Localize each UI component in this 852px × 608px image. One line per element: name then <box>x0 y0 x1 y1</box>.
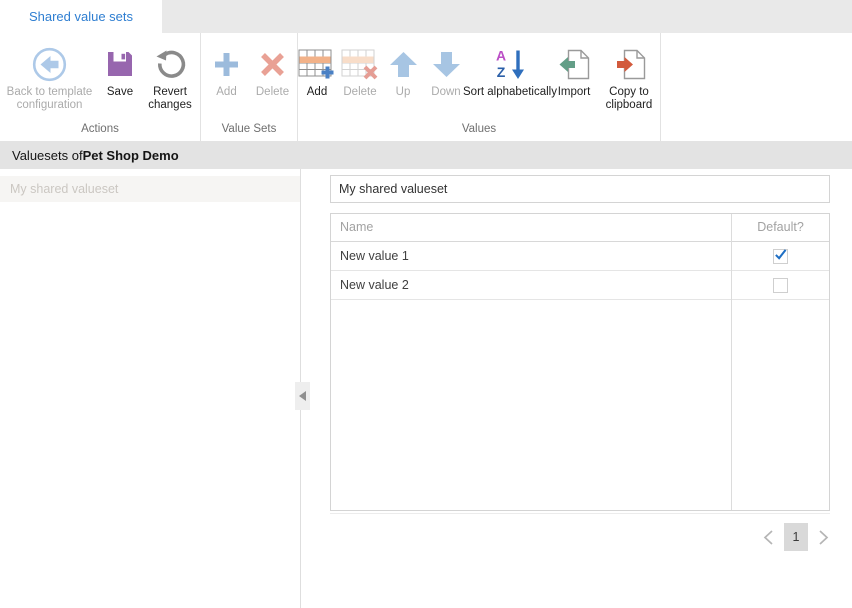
button-label: Sort alphabetically <box>463 86 557 99</box>
prev-page-button[interactable] <box>762 529 775 546</box>
next-page-button[interactable] <box>817 529 830 546</box>
table-add-icon <box>298 44 336 84</box>
table-delete-icon <box>341 44 379 84</box>
column-separator <box>731 214 732 510</box>
valueset-detail-panel: Name Default? New value 1 New value 2 <box>330 175 830 551</box>
default-checkbox[interactable] <box>773 249 788 264</box>
button-label: Delete <box>343 86 376 99</box>
button-label: Copy to clipboard <box>590 86 668 112</box>
content-area: My shared valueset Name Default? New val… <box>0 169 852 608</box>
valueset-list-item[interactable]: My shared valueset <box>0 176 300 202</box>
table-bottom-shadow <box>330 513 830 514</box>
svg-text:Z: Z <box>497 64 506 80</box>
group-label-value-sets: Value Sets <box>201 123 297 135</box>
default-checkbox[interactable] <box>773 278 788 293</box>
group-label-actions: Actions <box>0 123 200 135</box>
back-circle-icon <box>31 44 68 84</box>
button-label: Import <box>558 86 591 99</box>
button-label: Up <box>396 86 411 99</box>
plus-icon <box>210 44 243 84</box>
column-header-default: Default? <box>732 214 829 241</box>
default-cell <box>732 242 829 270</box>
table-row[interactable]: New value 1 <box>331 242 829 271</box>
ribbon-group-actions: Back to template configuration Save <box>0 33 201 141</box>
table-row[interactable]: New value 2 <box>331 271 829 300</box>
copy-clipboard-icon <box>612 44 647 84</box>
button-label: Save <box>107 86 133 99</box>
collapse-left-icon <box>299 391 306 401</box>
current-page[interactable]: 1 <box>784 523 808 551</box>
button-label: Add <box>307 86 327 99</box>
value-name-cell: New value 2 <box>331 271 732 299</box>
button-label: Delete <box>256 86 289 99</box>
ribbon-group-values: Add Delete <box>298 33 661 141</box>
x-icon <box>256 44 289 84</box>
template-name: Pet Shop Demo <box>83 148 179 163</box>
group-label-values: Values <box>298 123 660 135</box>
chevron-left-icon <box>762 529 775 546</box>
valueset-list-panel: My shared valueset <box>0 169 301 608</box>
button-label: Down <box>431 86 460 99</box>
column-header-name: Name <box>331 214 732 241</box>
button-label: Add <box>216 86 236 99</box>
tab-label: Shared value sets <box>29 9 133 24</box>
header-prefix: Valuesets of <box>12 148 83 163</box>
pagination: 1 <box>330 523 830 551</box>
valuesets-header: Valuesets of Pet Shop Demo <box>0 141 852 169</box>
tab-bar: Shared value sets <box>0 0 852 33</box>
ribbon-toolbar: Back to template configuration Save <box>0 33 852 141</box>
import-icon <box>557 44 592 84</box>
arrow-down-icon <box>430 44 463 84</box>
tab-shared-value-sets[interactable]: Shared value sets <box>0 0 162 33</box>
check-icon <box>774 248 787 260</box>
values-table: Name Default? New value 1 New value 2 <box>330 213 830 511</box>
save-icon <box>103 44 137 84</box>
sort-az-icon: A Z <box>492 44 528 84</box>
ribbon-group-value-sets: Add Delete Value Sets <box>201 33 298 141</box>
chevron-right-icon <box>817 529 830 546</box>
button-label: Back to template configuration <box>0 86 107 112</box>
default-cell <box>732 271 829 299</box>
svg-text:A: A <box>496 48 506 64</box>
value-name-cell: New value 1 <box>331 242 732 270</box>
revert-icon <box>153 44 187 84</box>
button-label: Revert changes <box>133 86 207 112</box>
valueset-name-input[interactable] <box>330 175 830 203</box>
arrow-up-icon <box>387 44 420 84</box>
table-header-row: Name Default? <box>331 214 829 242</box>
collapse-panel-button[interactable] <box>295 382 310 410</box>
